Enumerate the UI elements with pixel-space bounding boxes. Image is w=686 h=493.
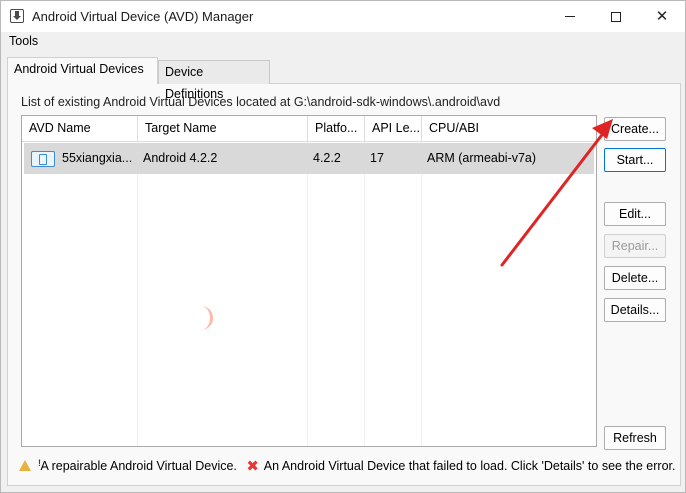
avd-manager-window: Android Virtual Device (AVD) Manager ✕ T… — [0, 0, 686, 493]
column-divider — [137, 142, 138, 446]
column-header-target-name[interactable]: Target Name — [138, 116, 308, 142]
warning-mark: ! — [38, 458, 41, 468]
minimize-icon — [565, 16, 575, 17]
maximize-icon — [611, 11, 621, 22]
edit-button[interactable]: Edit... — [604, 202, 666, 226]
details-button[interactable]: Details... — [604, 298, 666, 322]
avd-location-label: List of existing Android Virtual Devices… — [21, 95, 501, 109]
avd-table[interactable]: AVD Name Target Name Platfo... API Le...… — [21, 115, 597, 447]
repair-button: Repair... — [604, 234, 666, 258]
maximize-button[interactable] — [593, 1, 639, 32]
cell-api-level: 17 — [370, 151, 384, 165]
close-button[interactable]: ✕ — [639, 1, 685, 32]
avd-manager-app-icon — [10, 9, 24, 23]
error-legend-text: An Android Virtual Device that failed to… — [263, 459, 676, 473]
create-button[interactable]: Create... — [604, 117, 666, 141]
column-divider — [421, 142, 422, 446]
status-legend: ! A repairable Android Virtual Device. ✖… — [19, 457, 681, 475]
start-button[interactable]: Start... — [604, 148, 666, 172]
window-title: Android Virtual Device (AVD) Manager — [32, 9, 254, 24]
cell-platform: 4.2.2 — [313, 151, 341, 165]
warning-legend-text: A repairable Android Virtual Device. — [40, 459, 237, 473]
title-bar: Android Virtual Device (AVD) Manager ✕ — [1, 1, 685, 32]
menu-tools[interactable]: Tools — [9, 34, 38, 48]
table-row[interactable]: 55xiangxia... Android 4.2.2 4.2.2 17 ARM… — [24, 143, 594, 174]
column-divider — [307, 142, 308, 446]
close-icon: ✕ — [655, 8, 669, 25]
column-divider — [364, 142, 365, 446]
warning-icon — [19, 460, 31, 471]
tab-android-virtual-devices[interactable]: Android Virtual Devices — [7, 57, 158, 84]
menu-bar: Tools — [1, 32, 685, 52]
column-header-avd-name[interactable]: AVD Name — [22, 116, 138, 142]
error-icon: ✖ — [246, 458, 259, 475]
delete-button[interactable]: Delete... — [604, 266, 666, 290]
cell-target-name: Android 4.2.2 — [143, 151, 218, 165]
column-header-cpu-abi[interactable]: CPU/ABI — [422, 116, 596, 142]
cell-cpu-abi: ARM (armeabi-v7a) — [427, 151, 537, 165]
tab-device-definitions[interactable]: Device Definitions — [158, 60, 270, 101]
refresh-button[interactable]: Refresh — [604, 426, 666, 450]
cell-avd-name: 55xiangxia... — [62, 151, 133, 165]
column-header-platform[interactable]: Platfo... — [308, 116, 365, 142]
column-header-api-level[interactable]: API Le... — [365, 116, 422, 142]
device-icon — [31, 151, 55, 167]
minimize-button[interactable] — [547, 1, 593, 32]
